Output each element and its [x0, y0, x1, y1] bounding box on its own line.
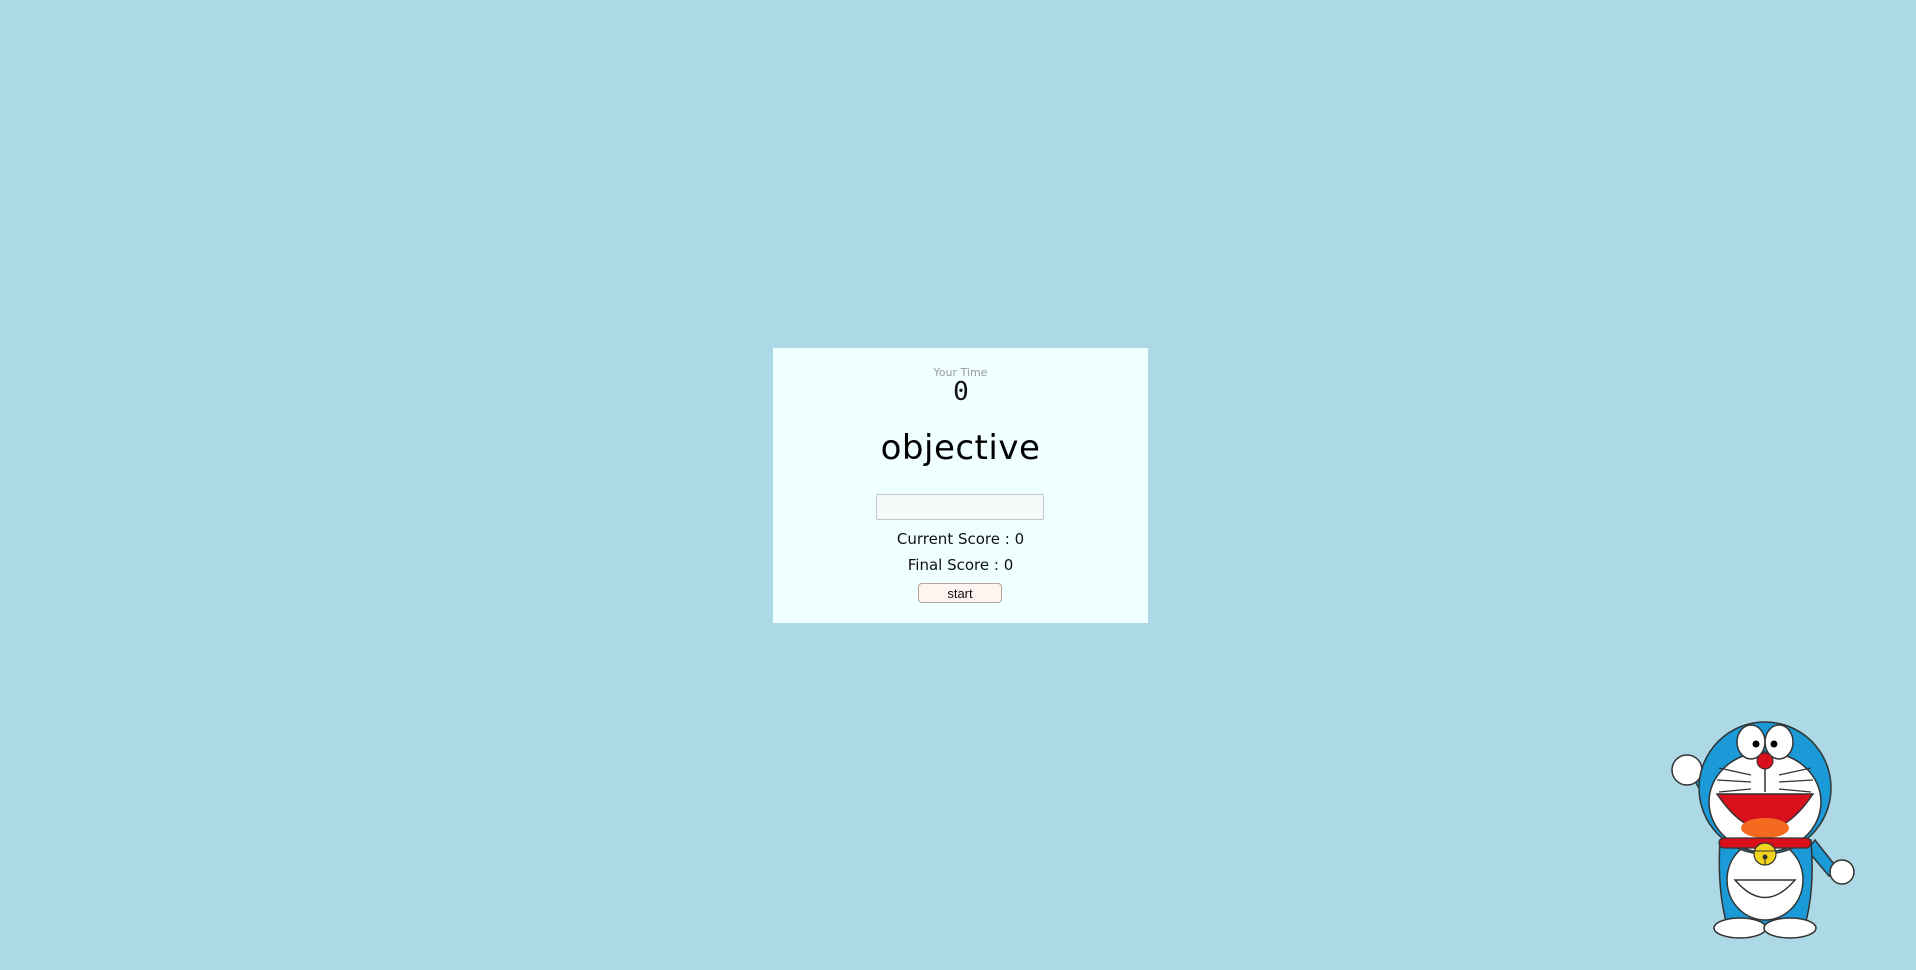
current-score: Current Score : 0 [896, 530, 1025, 548]
game-page: Your Time 0 objective Current Score : 0 … [0, 0, 1916, 970]
target-word: objective [880, 428, 1041, 468]
time-value: 0 [953, 377, 969, 407]
doraemon-mascot-icon [1671, 721, 1855, 939]
final-score: Final Score : 0 [907, 556, 1014, 574]
word-input[interactable] [876, 494, 1044, 520]
typing-game-card: Your Time 0 objective Current Score : 0 … [773, 348, 1148, 623]
start-button[interactable]: start [918, 583, 1002, 603]
